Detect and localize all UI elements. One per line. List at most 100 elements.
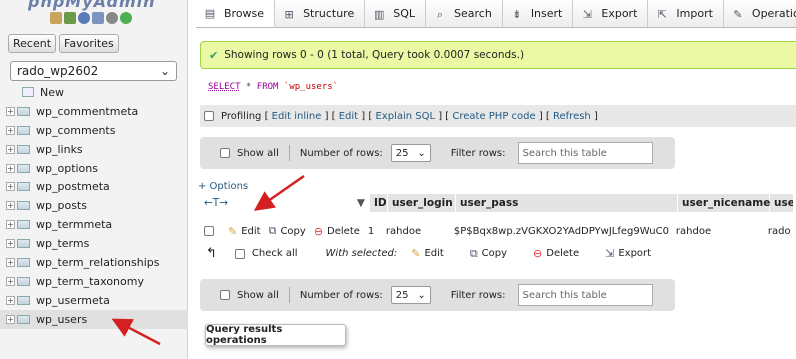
with-selected-label: With selected: [325,248,398,259]
expand-icon[interactable]: + [6,125,15,135]
tree-item-label: New [40,85,64,99]
refresh-link[interactable]: Refresh [553,111,591,122]
favorites-button[interactable]: Favorites [59,34,119,53]
copy-icon: ⧉ [469,246,478,260]
bulk-delete-button[interactable]: ⊖ Delete [533,247,579,260]
home-icon[interactable] [50,12,62,24]
search-icon: ⌕ [436,7,444,21]
show-all-label: Show all [237,289,279,301]
settings-gear-icon[interactable] [106,12,118,24]
rows-label: Number of rows: [299,289,383,301]
chevron-down-icon: ⌄ [159,64,170,78]
tab-insert[interactable]: ⇟ Insert [503,0,574,27]
bulk-copy-button[interactable]: ⧉ Copy [470,247,507,261]
create-php-link[interactable]: Create PHP code [452,111,535,122]
rows-select[interactable]: 25 ⌄ [390,286,431,304]
edit-query-link[interactable]: Edit [339,111,358,122]
tree-item-label: wp_termmeta [36,218,113,232]
sidebar-table-wp-commentmeta[interactable]: + wp_commentmeta [0,102,188,121]
expand-icon[interactable]: + [6,257,15,267]
query-results-operations-tooltip[interactable]: Query results operations [205,324,346,346]
profiling-checkbox[interactable] [204,111,214,121]
column-resize-arrows[interactable]: ←T→ ▼ [200,194,370,212]
edit-inline-link[interactable]: Edit inline [272,111,322,122]
tree-item-label: wp_postmeta [36,180,110,194]
sql-select-keyword[interactable]: SELECT [208,82,241,92]
recent-button[interactable]: Recent [8,34,57,53]
sidebar-table-wp-postmeta[interactable]: + wp_postmeta [0,177,188,196]
bulk-export-button[interactable]: ⇲ Export [605,247,651,260]
tab-export[interactable]: ⇲ Export [573,0,649,27]
cell-user-extra[interactable]: rado [768,226,792,237]
column-header-user-login[interactable]: user_login [388,194,456,212]
expand-icon[interactable]: + [6,314,15,324]
sidebar-table-wp-links[interactable]: + wp_links [0,140,188,159]
row-copy-button[interactable]: ⧉ Copy [269,224,306,238]
cell-user-login[interactable]: rahdoe [386,226,454,237]
show-all-checkbox[interactable] [220,290,230,300]
column-header-id[interactable]: ID [370,194,388,212]
reload-icon[interactable] [120,12,132,24]
tab-import[interactable]: ⇱ Import [648,0,724,27]
sql-icon: ▥ [374,7,385,21]
cell-user-nicename[interactable]: rahdoe [676,226,768,237]
exit-icon[interactable] [64,12,76,24]
database-select[interactable]: rado_wp2602 ⌄ [10,61,177,81]
sidebar-table-wp-posts[interactable]: + wp_posts [0,196,188,215]
table-icon [17,125,30,135]
delete-icon: ⊖ [313,224,324,238]
check-all-checkbox[interactable] [234,248,245,259]
expand-icon[interactable]: + [6,220,15,230]
expand-icon[interactable]: + [6,182,15,192]
expand-icon[interactable]: + [6,295,15,305]
sidebar-table-wp-term-taxonomy[interactable]: + wp_term_taxonomy [0,272,188,291]
row-delete-button[interactable]: ⊖ Delete [314,225,360,238]
tab-browse[interactable]: ▤ Browse [196,0,276,27]
expand-icon[interactable]: + [6,106,15,116]
tab-search[interactable]: ⌕ Search [426,0,503,27]
row-edit-button[interactable]: ✎ Edit [228,225,261,238]
options-link[interactable]: + Options [198,181,248,192]
docs-icon[interactable] [78,12,90,24]
show-all-checkbox[interactable] [220,148,230,158]
cell-user-pass[interactable]: $P$Bqx8wp.zVGKXO2YAdDPYwJLfeg9WuC0 [454,226,676,237]
filter-input[interactable]: Search this table [517,142,653,164]
sidebar-table-wp-users[interactable]: + wp_users [0,309,188,329]
expand-icon[interactable]: + [6,144,15,154]
expand-icon[interactable]: + [6,201,15,211]
expand-icon[interactable]: + [6,163,15,173]
sort-arrow-icon: ▼ [356,197,365,209]
column-header-user-nicename[interactable]: user_nicename [678,194,770,212]
sql-from-keyword: FROM [256,82,279,92]
table-icon [17,257,30,267]
sidebar-table-wp-term-relationships[interactable]: + wp_term_relationships [0,253,188,272]
filter-input[interactable]: Search this table [517,284,653,306]
row-checkbox[interactable] [204,226,214,236]
browse-icon: ▤ [204,7,216,20]
bulk-edit-button[interactable]: ✎ Edit [411,247,444,260]
sidebar-table-wp-terms[interactable]: + wp_terms [0,234,188,253]
sql-table-name: `wp_users` [283,82,339,92]
tab-sql[interactable]: ▥ SQL [365,0,427,27]
column-header-user[interactable]: user [770,194,794,212]
sidebar-table-wp-comments[interactable]: + wp_comments [0,121,188,140]
sidebar-table-wp-usermeta[interactable]: + wp_usermeta [0,291,188,310]
rows-select[interactable]: 25 ⌄ [390,144,431,162]
check-all-label: Check all [251,248,298,259]
column-header-user-pass[interactable]: user_pass [456,194,678,212]
sidebar-table-wp-options[interactable]: + wp_options [0,159,188,178]
sidebar-table-wp-termmeta[interactable]: + wp_termmeta [0,215,188,234]
cell-id[interactable]: 1 [368,226,386,237]
expand-icon[interactable]: + [6,239,15,249]
expand-icon[interactable]: + [6,276,15,286]
tab-structure[interactable]: ⊞ Structure [275,0,366,27]
sql-docs-icon[interactable] [92,12,104,24]
explain-sql-link[interactable]: Explain SQL [375,111,435,122]
table-icon [17,201,30,211]
table-icon [17,220,30,230]
phpmyadmin-logo[interactable]: phpMyAdmin [28,0,156,11]
tab-operations[interactable]: ✎Operations [724,0,796,27]
show-all-label: Show all [237,147,279,159]
tree-item-new[interactable]: New [0,83,188,102]
tree-item-label: wp_usermeta [36,293,110,307]
